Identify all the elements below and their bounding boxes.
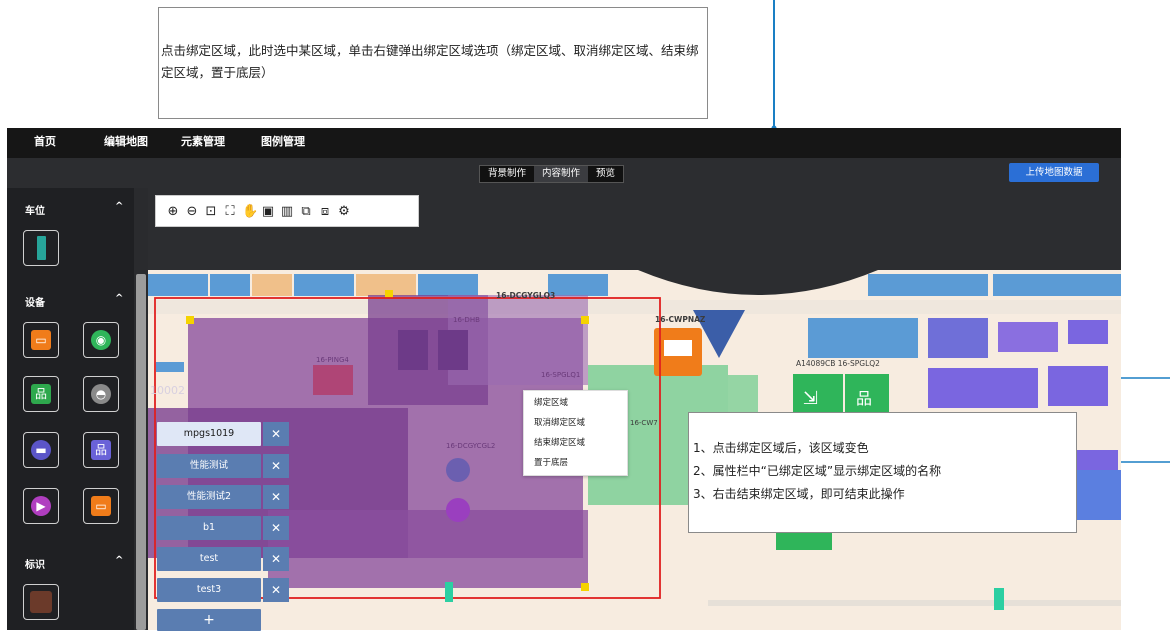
device-tile-network[interactable]: 品 <box>23 376 59 412</box>
mode-tabs: 背景制作 内容制作 预览 <box>479 165 625 183</box>
section-devices[interactable]: 设备 ^ <box>7 286 140 314</box>
section-signs-title: 标识 <box>25 560 45 571</box>
scrollbar-thumb[interactable] <box>136 274 146 630</box>
map-label: A14089CB 16-SPGLQ2 <box>796 359 880 368</box>
close-icon[interactable]: ✕ <box>263 547 289 571</box>
map-label: 16-SPGLQ1 <box>541 371 580 379</box>
close-icon[interactable]: ✕ <box>263 485 289 509</box>
nav-legend-mgmt[interactable]: 图例管理 <box>261 128 305 158</box>
network-icon: 品 <box>31 384 51 404</box>
note-line-1: 1、点击绑定区域后，该区域变色 <box>693 441 869 455</box>
device-tile-video[interactable]: ▶ <box>23 488 59 524</box>
area-tag[interactable]: b1 <box>157 516 261 540</box>
note-line-3: 3、右击结束绑定区域，即可结束此操作 <box>693 487 905 501</box>
device-tile-switch[interactable]: 品 <box>83 432 119 468</box>
section-parking-title: 车位 <box>25 206 45 217</box>
parking-spot-tile[interactable] <box>23 230 59 266</box>
area-tag[interactable]: mpgs1019 <box>157 422 261 446</box>
camera-icon: ◉ <box>91 330 111 350</box>
dome-camera-icon: ◓ <box>91 384 111 404</box>
chevron-up-icon[interactable]: ^ <box>115 555 123 566</box>
map-label: 16-CW7 <box>630 419 658 427</box>
mode-bar: 背景制作 内容制作 预览 上传地图数据 <box>7 158 1121 188</box>
menu-unbind-area[interactable]: 取消绑定区域 <box>524 415 627 431</box>
section-parking[interactable]: 车位 ^ <box>7 194 140 222</box>
delete-icon[interactable]: ▥ <box>280 204 294 219</box>
map-toolbar: ⊕ ⊖ ⊡ ⛶ ✋ ▣ ▥ ⧉ ⧈ ⚙ <box>155 195 419 227</box>
nav-element-mgmt[interactable]: 元素管理 <box>181 128 225 158</box>
map-label: 16-DCGYGLQ3 <box>496 291 555 300</box>
section-signs[interactable]: 标识 ^ <box>7 548 140 576</box>
area-tag[interactable]: 性能测试 <box>157 454 261 478</box>
close-icon[interactable]: ✕ <box>263 454 289 478</box>
map-label: 16-PING4 <box>316 356 349 364</box>
upload-map-button[interactable]: 上传地图数据 <box>1009 163 1099 182</box>
area-tag[interactable]: test <box>157 547 261 571</box>
device-tile-camera-green[interactable]: ◉ <box>83 322 119 358</box>
device-tile-dome[interactable]: ◓ <box>83 376 119 412</box>
menu-send-to-back[interactable]: 置于底层 <box>524 455 627 471</box>
top-nav: 首页 编辑地图 元素管理 图例管理 <box>7 128 1121 158</box>
switch-icon: 品 <box>91 440 111 460</box>
video-icon: ▶ <box>31 496 51 516</box>
close-icon[interactable]: ✕ <box>263 516 289 540</box>
tab-background[interactable]: 背景制作 <box>480 166 534 182</box>
hand-icon[interactable]: ✋ <box>242 204 258 219</box>
tab-preview[interactable]: 预览 <box>588 166 623 182</box>
device-tile-terminal[interactable]: ▭ <box>23 322 59 358</box>
parking-spot-icon <box>36 236 46 260</box>
nav-home[interactable]: 首页 <box>34 128 56 158</box>
chevron-up-icon[interactable]: ^ <box>115 201 123 212</box>
chevron-up-icon[interactable]: ^ <box>115 293 123 304</box>
save-icon[interactable]: ▣ <box>261 204 275 219</box>
zoom-out-icon[interactable]: ⊖ <box>185 204 199 219</box>
sidebar-scrollbar[interactable] <box>134 188 148 630</box>
display-icon: ▬ <box>31 440 51 460</box>
zoom-in-icon[interactable]: ⊕ <box>166 204 180 219</box>
context-menu: 绑定区域 取消绑定区域 结束绑定区域 置于底层 <box>523 390 628 476</box>
nav-edit-map[interactable]: 编辑地图 <box>104 128 148 158</box>
close-icon[interactable]: ✕ <box>263 578 289 602</box>
map-label: 16-DHB <box>453 316 480 324</box>
section-devices-title: 设备 <box>25 298 45 309</box>
right-annotation: 1、点击绑定区域后，该区域变色 2、属性栏中“已绑定区域”显示绑定区域的名称 3… <box>688 412 1077 533</box>
fit-icon[interactable]: ⊡ <box>204 204 218 219</box>
settings-icon[interactable]: ⚙ <box>337 204 351 219</box>
paste-icon[interactable]: ⧈ <box>318 204 332 219</box>
menu-end-bind[interactable]: 结束绑定区域 <box>524 435 627 451</box>
map-label: 10002 <box>150 384 185 397</box>
area-tag[interactable]: 性能测试2 <box>157 485 261 509</box>
signpost-icon: ▭ <box>91 496 111 516</box>
note-line-2: 2、属性栏中“已绑定区域”显示绑定区域的名称 <box>693 464 942 478</box>
svg-text:品: 品 <box>856 389 872 408</box>
element-sidebar: 车位 ^ 设备 ^ ▭ ◉ 品 ◓ ▬ 品 ▶ ▭ 标识 ^ <box>7 188 140 630</box>
avatar-icon <box>30 591 52 613</box>
device-tile-display[interactable]: ▬ <box>23 432 59 468</box>
menu-bind-area[interactable]: 绑定区域 <box>524 395 627 411</box>
tab-content[interactable]: 内容制作 <box>534 166 589 182</box>
fullscreen-icon[interactable]: ⛶ <box>223 204 237 219</box>
map-label: 16-CWPNAZ <box>655 315 706 324</box>
device-tile-signpost[interactable]: ▭ <box>83 488 119 524</box>
copy-icon[interactable]: ⧉ <box>299 204 313 219</box>
terminal-icon: ▭ <box>31 330 51 350</box>
close-icon[interactable]: ✕ <box>263 422 289 446</box>
map-label: 16-DCGYCGL2 <box>446 442 495 450</box>
sign-tile-avatar[interactable] <box>23 584 59 620</box>
add-area-button[interactable]: + <box>157 609 261 631</box>
svg-text:⇲: ⇲ <box>803 388 818 409</box>
area-tag[interactable]: test3 <box>157 578 261 602</box>
